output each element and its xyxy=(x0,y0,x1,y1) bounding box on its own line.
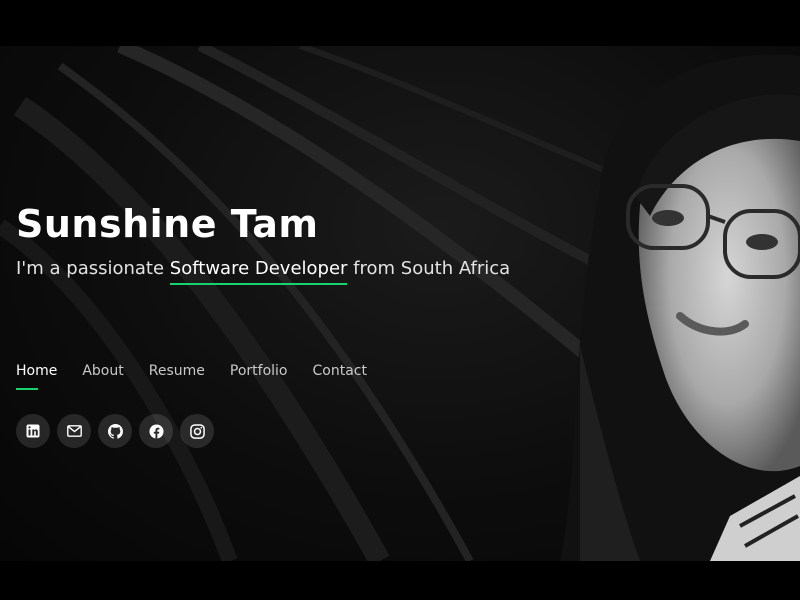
tagline-suffix: from South Africa xyxy=(347,258,511,279)
facebook-icon xyxy=(148,423,164,439)
nav-portfolio-link[interactable]: Portfolio xyxy=(230,362,288,380)
mail-icon xyxy=(66,425,82,437)
linkedin-icon xyxy=(26,424,40,438)
portrait-photo xyxy=(560,54,800,561)
social-links xyxy=(16,414,214,448)
github-button[interactable] xyxy=(98,414,132,448)
instagram-button[interactable] xyxy=(180,414,214,448)
hero-tagline: I'm a passionate Software Developer from… xyxy=(16,257,576,281)
tagline-highlight: Software Developer xyxy=(169,258,348,279)
linkedin-button[interactable] xyxy=(16,414,50,448)
mail-button[interactable] xyxy=(57,414,91,448)
github-icon xyxy=(107,423,123,439)
instagram-icon xyxy=(189,423,205,439)
hero-name: Sunshine Tam xyxy=(16,202,319,246)
main-nav: Home About Resume Portfolio Contact xyxy=(16,362,367,390)
tagline-prefix: I'm a passionate xyxy=(16,258,170,279)
letterbox-bottom xyxy=(0,561,800,600)
facebook-button[interactable] xyxy=(139,414,173,448)
nav-contact-link[interactable]: Contact xyxy=(312,362,366,380)
intro-block: Sunshine Tam I'm a passionate Software D… xyxy=(16,201,576,281)
nav-about-link[interactable]: About xyxy=(82,362,123,380)
letterbox-top xyxy=(0,0,800,46)
nav-resume-link[interactable]: Resume xyxy=(149,362,205,380)
nav-home-link[interactable]: Home xyxy=(16,362,57,390)
hero-section: Sunshine Tam I'm a passionate Software D… xyxy=(0,46,800,561)
